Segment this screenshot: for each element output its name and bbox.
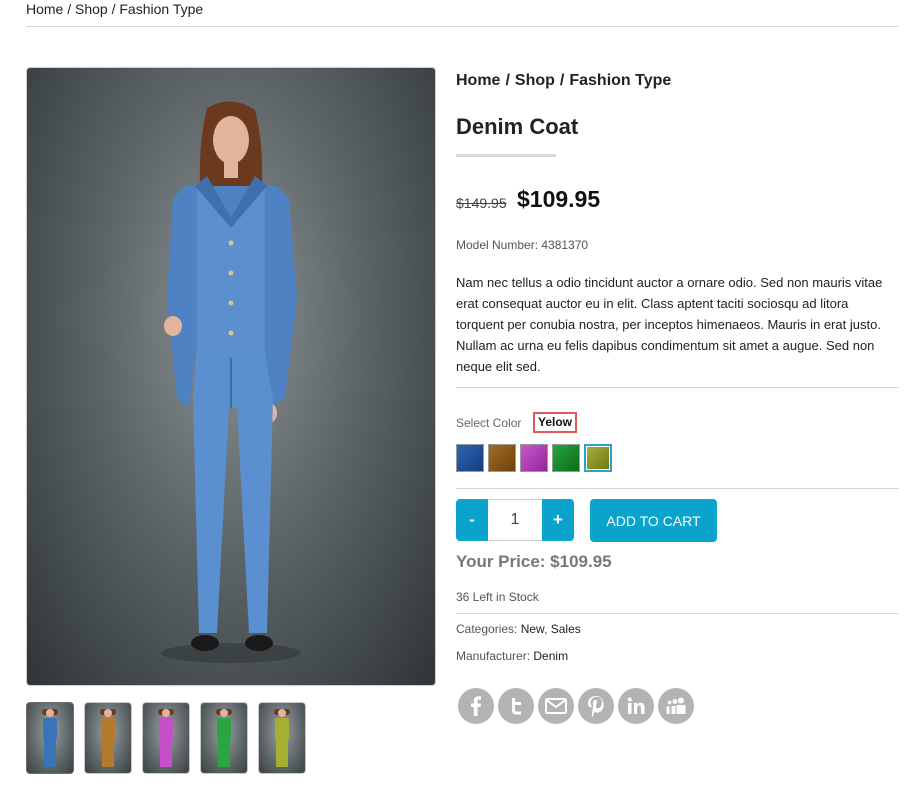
swatch-blue[interactable] — [456, 444, 484, 472]
breadcrumb-home[interactable]: Home — [456, 72, 500, 89]
product-description: Nam nec tellus a odio tincidunt auctor a… — [456, 275, 883, 374]
quantity-stepper: - + — [456, 499, 574, 541]
swatch-brown[interactable] — [488, 444, 516, 472]
current-price: $109.95 — [517, 186, 601, 212]
divider — [456, 613, 899, 614]
stock-status: 36 Left in Stock — [456, 590, 539, 604]
swatch-purple[interactable] — [520, 444, 548, 472]
divider — [456, 488, 899, 489]
manufacturer: Manufacturer: Denim — [456, 649, 568, 663]
selected-color-value: Yelow — [533, 412, 578, 433]
quantity-input[interactable] — [488, 499, 542, 541]
swatch-yellow[interactable] — [584, 444, 612, 472]
categories-label: Categories: — [456, 622, 518, 636]
thumbnail-yellow[interactable] — [258, 702, 306, 774]
title-underline — [456, 154, 556, 157]
categories: Categories: New, Sales — [456, 622, 581, 636]
thumbnail-purple[interactable] — [142, 702, 190, 774]
swatch-green[interactable] — [552, 444, 580, 472]
linkedin-icon[interactable] — [618, 688, 654, 724]
quantity-decrease-button[interactable]: - — [456, 499, 488, 541]
breadcrumb-separator: / — [505, 72, 510, 89]
manufacturer-link[interactable]: Denim — [533, 649, 568, 663]
breadcrumb-separator: / — [559, 72, 565, 89]
quantity-increase-button[interactable]: + — [542, 499, 574, 541]
pinterest-icon[interactable] — [578, 688, 614, 724]
manufacturer-label: Manufacturer: — [456, 649, 531, 663]
product-title: Denim Coat — [456, 114, 579, 139]
top-divider — [26, 26, 899, 27]
thumbnail-strip — [26, 702, 306, 774]
model-number: Model Number: 4381370 — [456, 238, 589, 252]
thumbnail-green[interactable] — [200, 702, 248, 774]
select-color-label: Select Color — [456, 416, 522, 430]
email-icon[interactable] — [538, 688, 574, 724]
breadcrumb-shop[interactable]: Shop — [515, 72, 555, 89]
old-price: $149.95 — [456, 195, 507, 211]
thumbnail-blue[interactable] — [26, 702, 74, 774]
category-link-sales[interactable]: Sales — [551, 622, 581, 636]
twitter-icon[interactable] — [498, 688, 534, 724]
myspace-icon[interactable] — [658, 688, 694, 724]
color-swatches — [456, 444, 612, 472]
top-breadcrumb[interactable]: Home / Shop / Fashion Type — [26, 0, 203, 18]
your-price: Your Price: $109.95 — [456, 552, 612, 571]
add-to-cart-button[interactable]: ADD TO CART — [590, 499, 717, 542]
breadcrumb-fashion-type[interactable]: Fashion Type — [569, 72, 671, 89]
main-product-image[interactable] — [26, 67, 436, 686]
breadcrumb: Home / Shop / Fashion Type — [456, 72, 671, 90]
divider — [456, 387, 899, 388]
social-share — [458, 688, 694, 724]
facebook-icon[interactable] — [458, 688, 494, 724]
category-link-new[interactable]: New — [521, 622, 544, 636]
thumbnail-brown[interactable] — [84, 702, 132, 774]
